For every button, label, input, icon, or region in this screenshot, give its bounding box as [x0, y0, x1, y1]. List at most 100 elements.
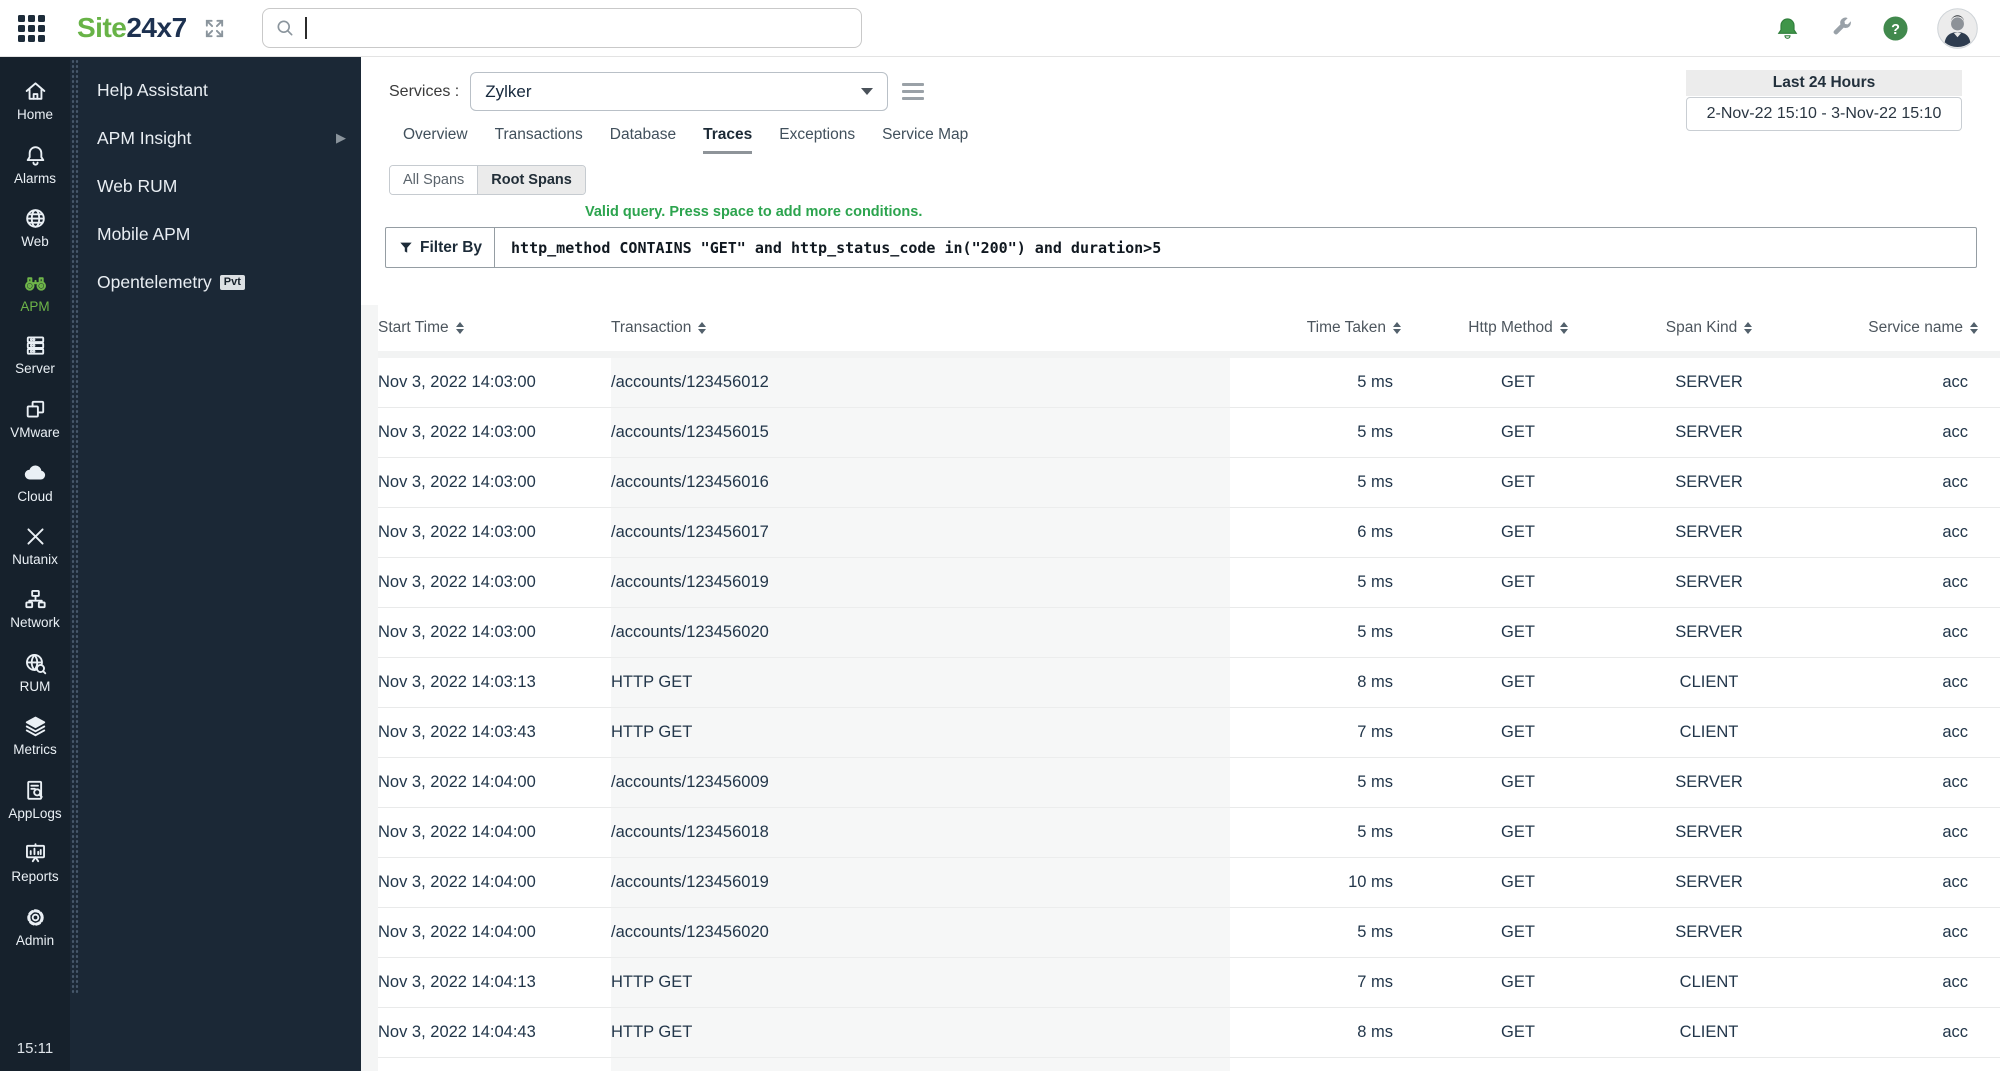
apps-grid-icon[interactable] [18, 14, 45, 42]
tab-exceptions[interactable]: Exceptions [779, 126, 855, 154]
tab-traces[interactable]: Traces [703, 126, 753, 154]
trace-row[interactable]: Nov 3, 2022 14:05:00/accounts/1234560096… [378, 1058, 2000, 1071]
column-header-span-kind[interactable]: Span Kind [1613, 319, 1805, 337]
sidebar-item-apm[interactable]: APM [0, 260, 70, 324]
sidebar-item-label: Home [16, 107, 53, 123]
cell-span-kind: SERVER [1613, 358, 1805, 408]
sidebar-item-cloud[interactable]: Cloud [0, 450, 70, 514]
sort-icon[interactable] [698, 321, 707, 335]
column-header-transaction[interactable]: Transaction [611, 319, 1230, 337]
time-range-value[interactable]: 2-Nov-22 15:10 - 3-Nov-22 15:10 [1686, 97, 1962, 131]
sidebar-item-admin[interactable]: Admin [0, 895, 70, 959]
trace-row[interactable]: Nov 3, 2022 14:03:00/accounts/123456015 5… [378, 408, 2000, 458]
sidebar-item-rum[interactable]: RUM [0, 641, 70, 705]
trace-row[interactable]: Nov 3, 2022 14:03:00/accounts/123456012 5… [378, 358, 2000, 408]
trace-row[interactable]: Nov 3, 2022 14:04:13 HTTP GET 7 ms GET CLIEN… [378, 958, 2000, 1008]
sidebar-item-reports[interactable]: Reports [0, 831, 70, 895]
sort-icon[interactable] [1744, 321, 1753, 335]
service-list-menu-icon[interactable] [902, 83, 925, 100]
sidebar-item-web[interactable]: Web [0, 196, 70, 260]
help-icon[interactable]: ? [1882, 15, 1909, 42]
notification-bell-icon[interactable] [1774, 15, 1801, 42]
wrench-icon[interactable] [1829, 16, 1854, 41]
column-header-http-method[interactable]: Http Method [1423, 319, 1613, 337]
chevron-down-icon [861, 88, 874, 95]
sort-icon[interactable] [1559, 321, 1568, 335]
panel-item-web-rum[interactable]: Web RUM [70, 162, 361, 210]
sidebar-item-label: Admin [15, 932, 55, 948]
cell-start-time: Nov 3, 2022 14:03:00 [378, 608, 611, 658]
cell-service-name: acc [1805, 608, 2000, 658]
column-label: Span Kind [1665, 319, 1738, 336]
network-icon [23, 587, 48, 612]
sidebar-item-label: Alarms [13, 170, 56, 186]
cell-http-method: GET [1423, 508, 1613, 558]
sort-icon[interactable] [1393, 321, 1401, 335]
trace-row[interactable]: Nov 3, 2022 14:03:00/accounts/123456017 6… [378, 508, 2000, 558]
cell-transaction: /accounts/123456009 [611, 758, 1230, 808]
global-search[interactable] [261, 8, 862, 48]
panel-item-apm-insight[interactable]: APM Insight ▶ [70, 114, 361, 162]
sidebar-item-applogs[interactable]: AppLogs [0, 768, 70, 832]
tab-overview[interactable]: Overview [403, 126, 468, 154]
cell-http-method: GET [1423, 858, 1613, 908]
sidebar-item-label: Server [15, 361, 55, 377]
cell-http-method: GET [1423, 908, 1613, 958]
cell-start-time: Nov 3, 2022 14:04:43 [378, 1008, 611, 1058]
cell-start-time: Nov 3, 2022 14:03:00 [378, 558, 611, 608]
toggle-all-spans[interactable]: All Spans [390, 166, 478, 194]
avatar[interactable] [1937, 7, 1978, 49]
tab-service-map[interactable]: Service Map [882, 126, 968, 154]
trace-row[interactable]: Nov 3, 2022 14:03:00/accounts/123456019 5… [378, 558, 2000, 608]
expand-icon[interactable] [203, 17, 226, 40]
cell-transaction: /accounts/123456018 [611, 808, 1230, 858]
trace-row[interactable]: Nov 3, 2022 14:04:43 HTTP GET 8 ms GET CLIEN… [378, 1008, 2000, 1058]
time-range-preset[interactable]: Last 24 Hours [1686, 70, 1962, 96]
trace-row[interactable]: Nov 3, 2022 14:03:00/accounts/123456016 5… [378, 458, 2000, 508]
cell-service-name: acc [1805, 758, 2000, 808]
cell-span-kind: CLIENT [1613, 958, 1805, 1008]
trace-row[interactable]: Nov 3, 2022 14:03:00/accounts/123456020 5… [378, 608, 2000, 658]
panel-item-label: Help Assistant [97, 79, 208, 100]
sidebar-item-nutanix[interactable]: Nutanix [0, 514, 70, 578]
trace-row[interactable]: Nov 3, 2022 14:03:43 HTTP GET 7 ms GET CLIEN… [378, 708, 2000, 758]
panel-item-help-assistant[interactable]: Help Assistant [70, 66, 361, 114]
site24x7-logo[interactable]: Site24x7 [77, 12, 187, 44]
sort-icon[interactable] [1970, 321, 1978, 335]
sidebar-item-alarms[interactable]: Alarms [0, 133, 70, 197]
sidebar-item-label: Metrics [13, 742, 57, 758]
column-header-service-name[interactable]: Service name [1805, 319, 2000, 337]
trace-row[interactable]: Nov 3, 2022 14:03:13 HTTP GET 8 ms GET CLIEN… [378, 658, 2000, 708]
cell-time-taken: 7 ms [1230, 708, 1423, 758]
cell-http-method: GET [1423, 658, 1613, 708]
cell-start-time: Nov 3, 2022 14:04:00 [378, 908, 611, 958]
trace-row[interactable]: Nov 3, 2022 14:04:00/accounts/123456018 5… [378, 808, 2000, 858]
cell-span-kind: CLIENT [1613, 708, 1805, 758]
tab-transactions[interactable]: Transactions [495, 126, 583, 154]
sidebar-item-home[interactable]: Home [0, 69, 70, 133]
trace-row[interactable]: Nov 3, 2022 14:04:00/accounts/123456009 5… [378, 758, 2000, 808]
cell-span-kind: CLIENT [1613, 1008, 1805, 1058]
search-input[interactable] [310, 19, 849, 37]
sidebar-item-metrics[interactable]: Metrics [0, 704, 70, 768]
sidebar-item-network[interactable]: Network [0, 577, 70, 641]
filter-by-button[interactable]: Filter By [386, 228, 496, 267]
svg-text:?: ? [1891, 21, 1900, 37]
filter-query-input[interactable]: http_method CONTAINS "GET" and http_stat… [495, 228, 1976, 267]
sort-icon[interactable] [455, 321, 464, 335]
services-label: Services : [389, 82, 460, 100]
sidebar-item-vmware[interactable]: VMware [0, 387, 70, 451]
cell-start-time: Nov 3, 2022 14:03:43 [378, 708, 611, 758]
trace-row[interactable]: Nov 3, 2022 14:04:00/accounts/123456020 5… [378, 908, 2000, 958]
trace-row[interactable]: Nov 3, 2022 14:04:00/accounts/123456019 1… [378, 858, 2000, 908]
tab-database[interactable]: Database [610, 126, 676, 154]
cell-service-name: acc [1805, 408, 2000, 458]
panel-item-opentelemetry[interactable]: Opentelemetry Pvt [70, 258, 361, 306]
column-header-time-taken[interactable]: Time Taken [1230, 319, 1423, 337]
service-select[interactable]: Zylker [470, 72, 889, 111]
column-header-start-time[interactable]: Start Time [378, 319, 611, 337]
panel-item-mobile-apm[interactable]: Mobile APM [70, 210, 361, 258]
cell-time-taken: 5 ms [1230, 358, 1423, 408]
toggle-root-spans[interactable]: Root Spans [477, 166, 585, 194]
sidebar-item-server[interactable]: Server [0, 323, 70, 387]
